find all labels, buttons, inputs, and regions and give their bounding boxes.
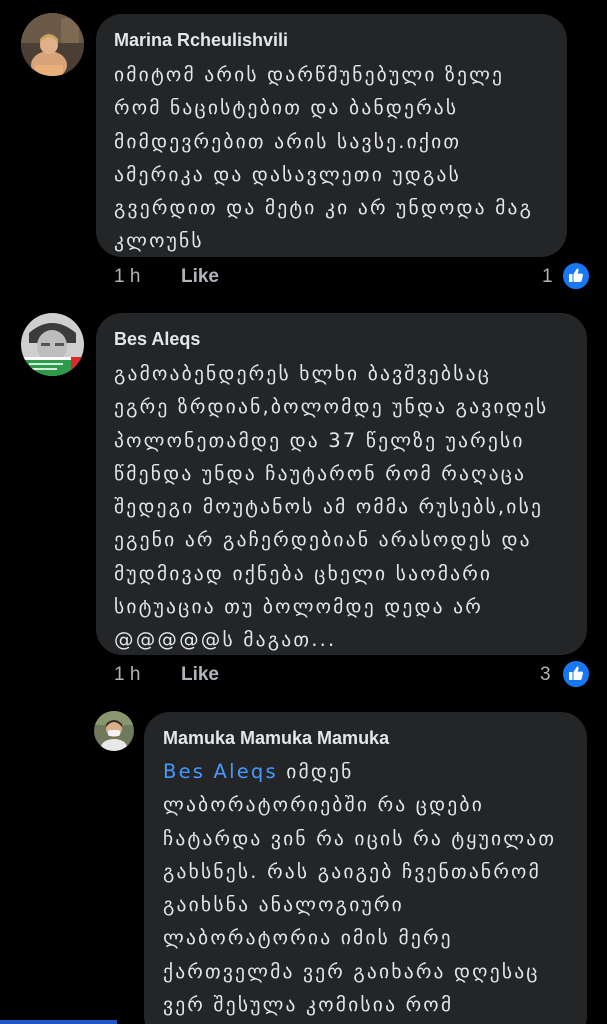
comment-text-line: წმენდა უნდა ჩაუტარონ რომ რაღაცა xyxy=(114,461,527,485)
comment-text-line: სიტუაცია თუ ბოლომდე დედა არ xyxy=(114,595,483,619)
comment-text-line: მუდმივად იქნება ცხელი საომარი xyxy=(114,561,493,585)
reaction-count[interactable]: 1 xyxy=(542,266,553,288)
comment-text-line: გამოაბენდერეს ხლხი ბავშვებსაც xyxy=(114,362,492,385)
comment-text-line: პოლონეთამდე და 37 წელზე უარესი xyxy=(114,428,525,452)
comment-text-line: იმიტომ არის დარწმუნებული ზელე xyxy=(114,63,505,86)
reply-text-line: ვერ შესულა კომისია რომ xyxy=(163,993,454,1017)
comment-actions: 1 h Like xyxy=(114,266,219,288)
reply-text-line: ქართველმა ვერ გაიხარა დღესაც xyxy=(163,959,540,983)
thumbs-up-glyph-icon xyxy=(569,268,583,282)
comment-text-line: შედეგი მოუტანოს ამ ომმა რუსებს,ისე xyxy=(114,495,544,519)
thumbs-up-icon[interactable] xyxy=(561,261,591,291)
comment-timestamp[interactable]: 1 h xyxy=(114,664,140,685)
comment-text: იმიტომ არის დარწმუნებული ზელე რომ ნაცისტ… xyxy=(114,58,533,258)
reply-text-line: ლაბორატორიებში რა ცდები xyxy=(163,793,484,817)
avatar-photo-icon xyxy=(21,13,84,76)
reply-text-line: გაიხსნა ანალოგიური xyxy=(163,893,404,917)
like-button[interactable]: Like xyxy=(181,266,219,287)
reply-text-line: ლაბორატორია იმის მერე xyxy=(163,926,453,950)
comment-text-line: ეგრე ზრდიან,ბოლომდე უნდა გავიდეს xyxy=(114,395,549,419)
mention-link[interactable]: Bes Aleqs xyxy=(163,760,278,783)
comment-text-line: რომ ნაცისტებით და ბანდერას xyxy=(114,96,459,120)
reply-author[interactable]: Mamuka Mamuka Mamuka xyxy=(163,728,389,749)
scroll-indicator xyxy=(0,1020,117,1024)
avatar[interactable] xyxy=(21,13,84,76)
comment-text-line: გვერდით და მეტი კი არ უნდოდა მაგ xyxy=(114,196,534,220)
thumbs-up-glyph-icon xyxy=(569,666,583,680)
comment-text-line: @@@@@ს მაგათ... xyxy=(114,628,337,652)
comment-text-line: ამერიკა და დასავლეთი უდგას xyxy=(114,162,461,186)
avatar-photo-icon xyxy=(94,711,134,751)
comment-text-line: მიმდევრებით არის სავსე.იქით xyxy=(114,129,462,153)
avatar[interactable] xyxy=(21,313,84,376)
reply-text-fragment: იმდენ xyxy=(277,760,354,783)
reply-text: Bes Aleqs იმდენ ლაბორატორიებში რა ცდები … xyxy=(163,755,556,1021)
comment-text: გამოაბენდერეს ხლხი ბავშვებსაც ეგრე ზრდია… xyxy=(114,357,548,657)
reply-text-line: Bes Aleqs იმდენ xyxy=(163,755,556,788)
comment-author[interactable]: Bes Aleqs xyxy=(114,329,200,350)
reaction-count[interactable]: 3 xyxy=(540,664,551,686)
comment-actions: 1 h Like xyxy=(114,664,219,686)
avatar[interactable] xyxy=(94,711,134,751)
comment-text-line: ეგენი არ გაჩერდებიან არასოდეს და xyxy=(114,528,532,552)
avatar-photo-icon xyxy=(21,313,84,376)
reply-text-line: გახსნეს. რას გაიგებ ჩვენთანრომ xyxy=(163,859,541,883)
like-button[interactable]: Like xyxy=(181,664,219,685)
thumbs-up-icon[interactable] xyxy=(561,659,591,689)
comment-author[interactable]: Marina Rcheulishvili xyxy=(114,30,288,51)
comment-text-line: კლოუნს xyxy=(114,229,204,253)
comment-timestamp[interactable]: 1 h xyxy=(114,266,140,287)
reply-text-line: ჩატარდა ვინ რა იცის რა ტყუილათ xyxy=(163,826,557,850)
